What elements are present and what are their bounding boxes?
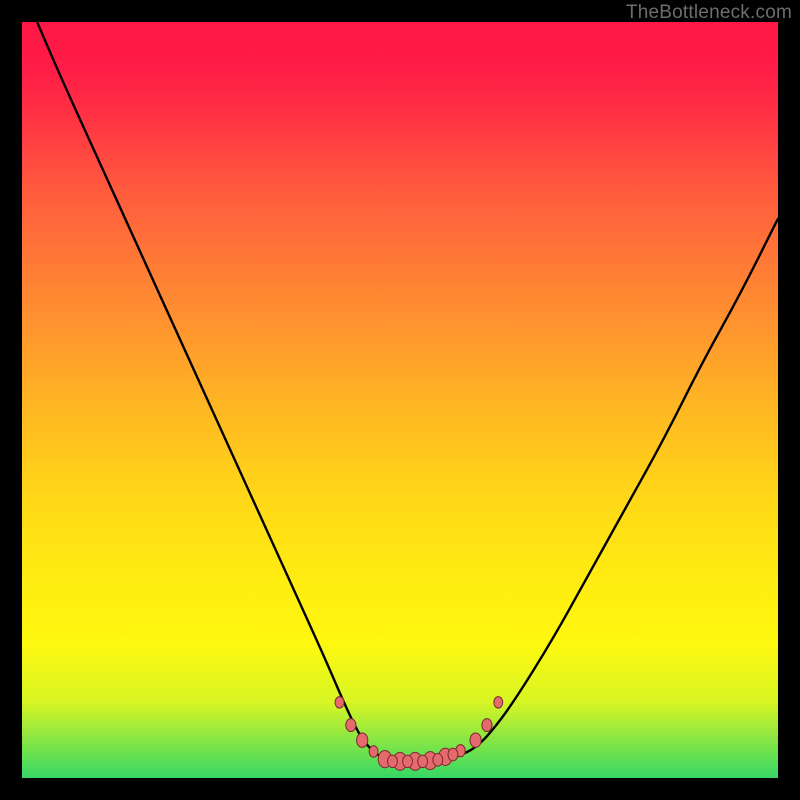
- watermark-text: TheBottleneck.com: [626, 2, 792, 24]
- bead: [346, 719, 356, 732]
- bead: [494, 697, 503, 709]
- bead: [433, 754, 443, 767]
- bead: [470, 733, 481, 747]
- bead: [357, 733, 368, 747]
- bead-cluster: [335, 697, 503, 771]
- curve-svg: [22, 22, 778, 778]
- bead: [369, 746, 378, 758]
- bead: [482, 719, 492, 732]
- bead: [448, 748, 458, 761]
- bead: [388, 755, 398, 768]
- bead: [403, 755, 413, 768]
- bead: [335, 697, 344, 709]
- plot-area: [22, 22, 778, 778]
- bottleneck-curve: [37, 22, 778, 763]
- bead: [418, 755, 428, 768]
- outer-frame: TheBottleneck.com: [0, 0, 800, 800]
